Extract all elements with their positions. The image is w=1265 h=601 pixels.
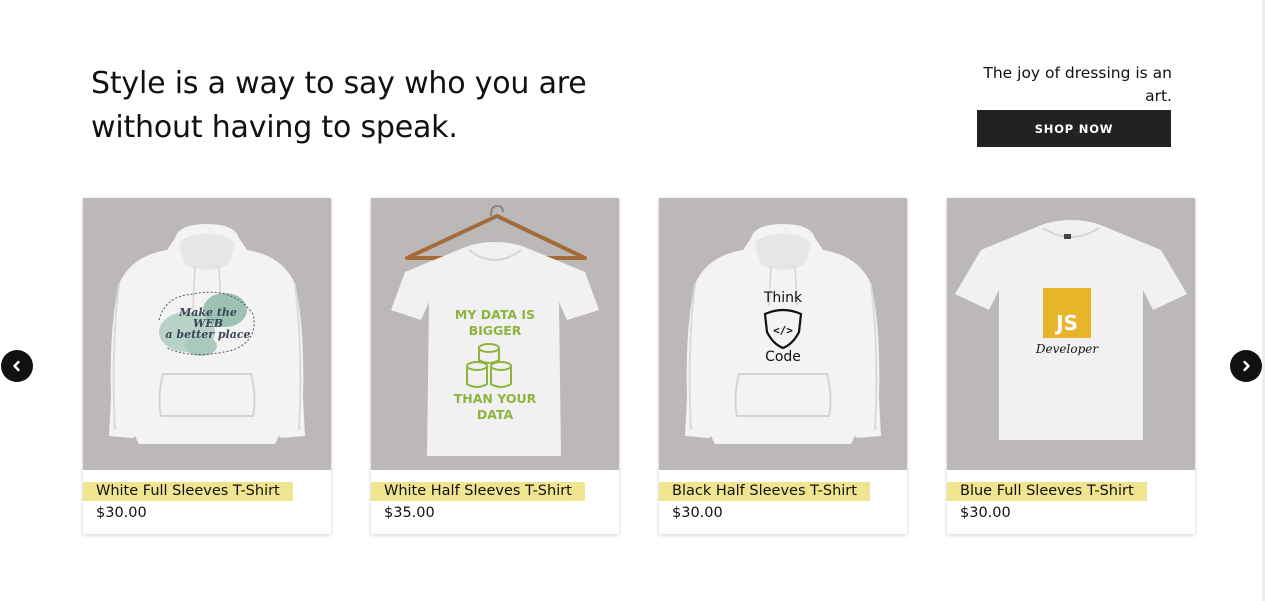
product-image[interactable]: Make the WEB a better place (83, 198, 331, 470)
svg-text:THAN YOUR: THAN YOUR (454, 391, 537, 406)
product-title[interactable]: White Half Sleeves T-Shirt (371, 482, 585, 501)
product-image[interactable]: Think </> Code (659, 198, 907, 470)
svg-text:BIGGER: BIGGER (469, 323, 522, 338)
hero-tagline: The joy of dressing is an art. (983, 64, 1172, 105)
tshirt-data-image: MY DATA IS BIGGER THAN YOUR DATA (391, 204, 599, 456)
product-image[interactable]: MY DATA IS BIGGER THAN YOUR DATA (371, 198, 619, 470)
svg-text:DATA: DATA (477, 407, 514, 422)
product-price: $30.00 (672, 505, 723, 521)
hoodie-web-image: Make the WEB a better place (109, 224, 305, 444)
tshirt-js-image: JS Developer (955, 220, 1187, 440)
carousel-prev-button[interactable] (1, 350, 33, 382)
shop-now-button[interactable]: SHOP NOW (977, 110, 1171, 147)
product-title[interactable]: Black Half Sleeves T-Shirt (659, 482, 870, 501)
product-price: $35.00 (384, 505, 435, 521)
product-price: $30.00 (96, 505, 147, 521)
svg-text:Code: Code (765, 349, 801, 365)
product-card[interactable]: Think </> Code Black Half Sleeves T-Shir… (659, 198, 907, 534)
product-price: $30.00 (960, 505, 1011, 521)
svg-text:JS: JS (1054, 311, 1078, 335)
svg-text:MY DATA IS: MY DATA IS (455, 307, 535, 322)
chevron-left-icon (13, 360, 20, 372)
product-title[interactable]: Blue Full Sleeves T-Shirt (947, 482, 1147, 501)
carousel-next-button[interactable] (1230, 350, 1262, 382)
product-card[interactable]: JS Developer Blue Full Sleeves T-Shirt $… (947, 198, 1195, 534)
product-card[interactable]: Make the WEB a better place White Full S… (83, 198, 331, 534)
hoodie-code-image: Think </> Code (685, 224, 881, 444)
svg-text:Think: Think (763, 290, 803, 306)
product-image[interactable]: JS Developer (947, 198, 1195, 470)
hero-headline: Style is a way to say who you are withou… (91, 66, 587, 145)
chevron-right-icon (1243, 360, 1250, 372)
svg-text:a better place: a better place (165, 328, 250, 341)
product-title[interactable]: White Full Sleeves T-Shirt (83, 482, 293, 501)
product-card[interactable]: MY DATA IS BIGGER THAN YOUR DATA White H… (371, 198, 619, 534)
svg-text:Developer: Developer (1035, 342, 1099, 356)
svg-text:</>: </> (773, 324, 793, 337)
